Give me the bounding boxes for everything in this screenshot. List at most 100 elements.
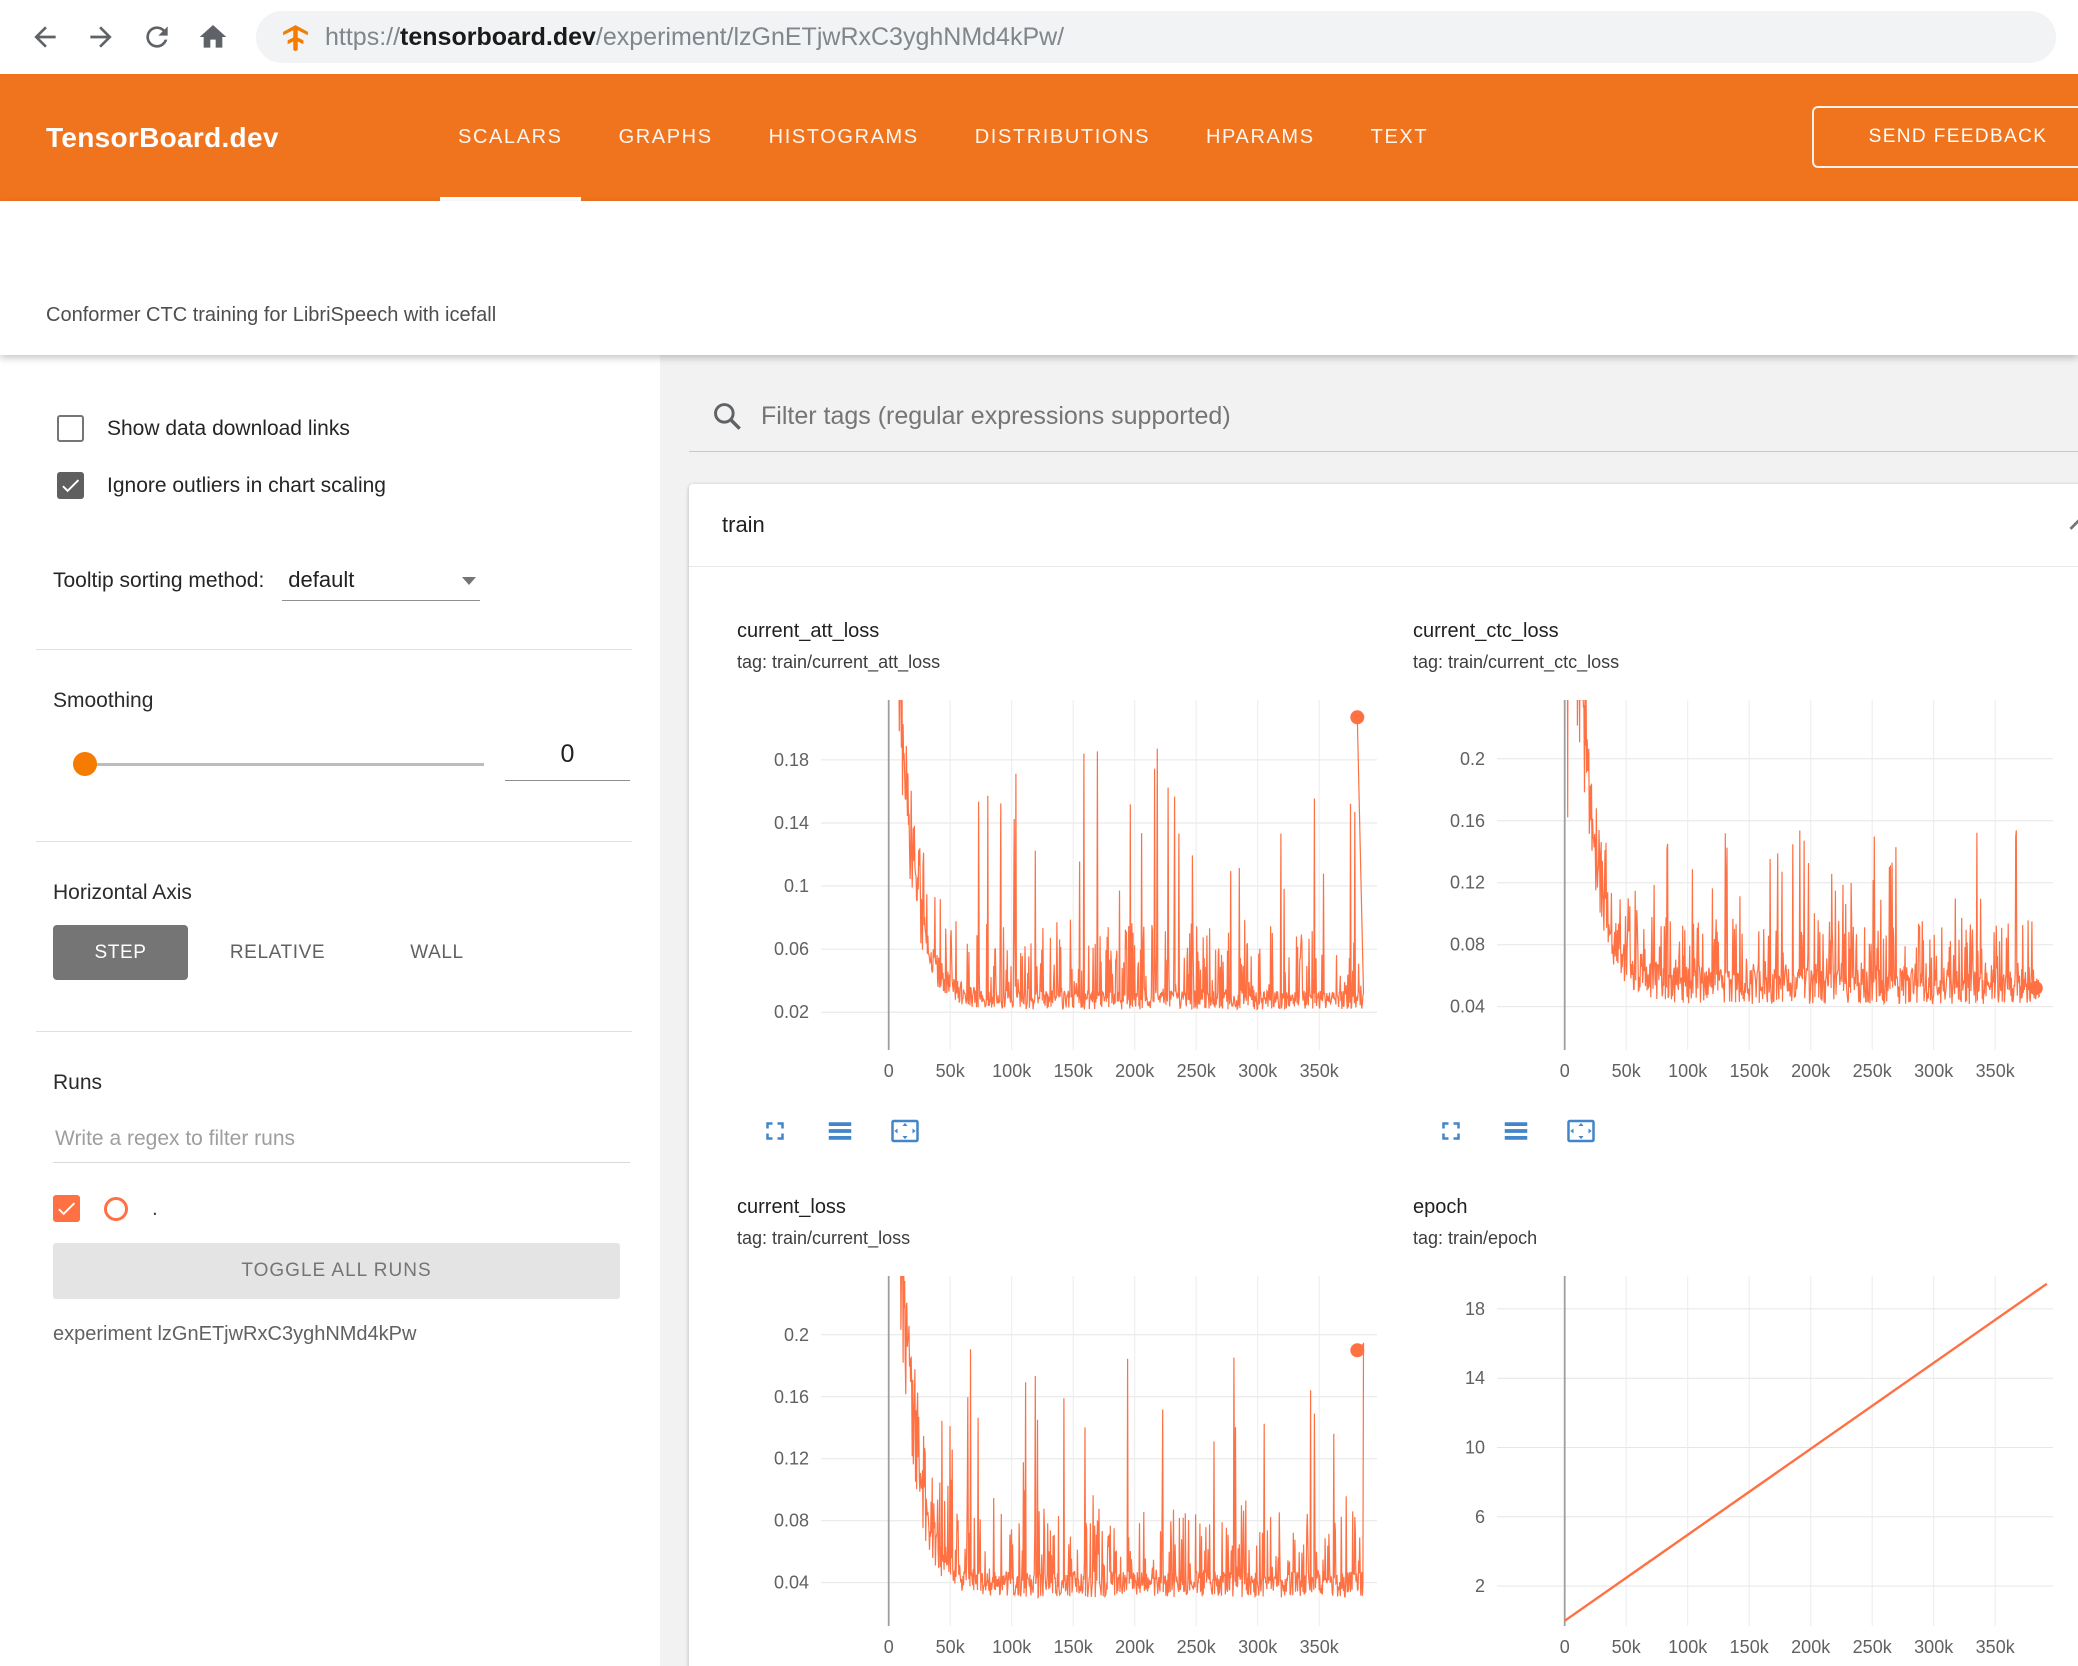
svg-text:300k: 300k <box>1914 1061 1954 1081</box>
chart-tag: tag: train/current_att_loss <box>737 652 941 672</box>
svg-text:50k: 50k <box>936 1637 966 1657</box>
chart-epoch: epoch tag: train/epoch 2 6 10 14 18 0 50k 100k 1… <box>1413 1196 2073 1666</box>
browser-toolbar: https://tensorboard.dev/experiment/lzGnE… <box>0 0 2078 74</box>
svg-text:300k: 300k <box>1238 1637 1278 1657</box>
url-scheme: https:// <box>325 22 401 51</box>
lines-icon[interactable] <box>824 1116 856 1148</box>
check-icon <box>62 479 80 493</box>
fullscreen-icon[interactable] <box>1435 1116 1467 1148</box>
slider-knob[interactable] <box>73 752 97 776</box>
tooltip-sorting-label: Tooltip sorting method: <box>53 569 265 592</box>
svg-text:50k: 50k <box>1612 1637 1642 1657</box>
svg-text:250k: 250k <box>1177 1637 1217 1657</box>
chevron-down-icon <box>462 577 477 585</box>
toggle-all-runs-button[interactable]: TOGGLE ALL RUNS <box>53 1243 620 1299</box>
chart-canvas[interactable]: 0.04 0.08 0.12 0.16 0.2 0 50k 100k 150k 200k 250k 3… <box>737 1264 1397 1666</box>
svg-text:14: 14 <box>1465 1368 1485 1388</box>
svg-text:0: 0 <box>1560 1637 1570 1657</box>
svg-text:0.08: 0.08 <box>774 1511 809 1531</box>
back-icon[interactable] <box>22 14 68 60</box>
svg-text:0.12: 0.12 <box>1450 873 1485 893</box>
forward-icon[interactable] <box>78 14 124 60</box>
experiment-title-bar: Conformer CTC training for LibriSpeech w… <box>0 201 2078 355</box>
svg-text:350k: 350k <box>1976 1061 2016 1081</box>
tab-distributions[interactable]: DISTRIBUTIONS <box>947 74 1178 201</box>
svg-text:200k: 200k <box>1115 1637 1155 1657</box>
svg-text:6: 6 <box>1475 1507 1485 1527</box>
show-download-checkbox[interactable] <box>57 415 84 442</box>
svg-text:2: 2 <box>1475 1576 1485 1596</box>
chart-title: current_ctc_loss <box>1413 620 1559 642</box>
chart-title: current_loss <box>737 1196 846 1218</box>
group-header-train[interactable]: train <box>689 484 2078 567</box>
svg-text:0: 0 <box>884 1637 894 1657</box>
run-checkbox[interactable] <box>53 1195 80 1222</box>
experiment-title: Conformer CTC training for LibriSpeech w… <box>46 304 497 326</box>
divider <box>36 1031 632 1032</box>
tag-filter-input[interactable] <box>759 400 2078 432</box>
send-feedback-button[interactable]: SEND FEEDBACK <box>1812 106 2078 168</box>
svg-text:0.04: 0.04 <box>774 1573 809 1593</box>
runs-label: Runs <box>53 1071 103 1094</box>
run-name: . <box>152 1196 158 1220</box>
chart-toolbar <box>1435 1116 2073 1148</box>
url-domain: tensorboard.dev <box>400 22 596 51</box>
fit-domain-icon[interactable] <box>1565 1116 1597 1148</box>
tab-scalars[interactable]: SCALARS <box>430 74 591 201</box>
tab-label: GRAPHS <box>618 126 713 148</box>
runs-filter-input[interactable] <box>53 1115 630 1163</box>
run-color-swatch <box>104 1196 128 1221</box>
axis-step-button[interactable]: STEP <box>53 925 188 980</box>
svg-text:100k: 100k <box>992 1637 1032 1657</box>
svg-text:0.08: 0.08 <box>1450 935 1485 955</box>
chart-canvas[interactable]: 0.02 0.06 0.1 0.14 0.18 0 50k 100k 150k 200k 250k 3… <box>737 688 1397 1090</box>
fit-domain-icon[interactable] <box>889 1116 921 1148</box>
experiment-id-label: experiment lzGnETjwRxC3yghNMd4kPw <box>53 1323 417 1345</box>
svg-text:350k: 350k <box>1976 1637 2016 1657</box>
svg-text:0.02: 0.02 <box>774 1002 809 1022</box>
svg-text:100k: 100k <box>1668 1061 1708 1081</box>
chart-canvas[interactable]: 0.04 0.08 0.12 0.16 0.2 0 50k 100k 150k 200k 250k 3… <box>1413 688 2073 1090</box>
check-icon <box>58 1202 76 1216</box>
brand-logo: TensorBoard.dev <box>46 121 279 153</box>
fullscreen-icon[interactable] <box>759 1116 791 1148</box>
smoothing-value-input[interactable] <box>505 729 630 781</box>
tab-histograms[interactable]: HISTOGRAMS <box>741 74 947 201</box>
ignore-outliers-row: Ignore outliers in chart scaling <box>57 472 386 499</box>
svg-text:200k: 200k <box>1115 1061 1155 1081</box>
address-bar[interactable]: https://tensorboard.dev/experiment/lzGnE… <box>256 11 2056 63</box>
svg-text:0: 0 <box>884 1061 894 1081</box>
tooltip-sorting-dropdown[interactable]: default <box>282 567 481 601</box>
svg-text:0.12: 0.12 <box>774 1449 809 1469</box>
tab-label: HPARAMS <box>1206 126 1315 148</box>
svg-text:300k: 300k <box>1914 1637 1954 1657</box>
svg-text:150k: 150k <box>1054 1061 1094 1081</box>
svg-text:0.1: 0.1 <box>784 876 809 896</box>
svg-text:0.2: 0.2 <box>784 1325 809 1345</box>
tab-hparams[interactable]: HPARAMS <box>1178 74 1343 201</box>
tab-text[interactable]: TEXT <box>1343 74 1457 201</box>
ignore-outliers-checkbox[interactable] <box>57 472 84 499</box>
refresh-icon[interactable] <box>134 14 180 60</box>
chart-title: epoch <box>1413 1196 1468 1218</box>
home-icon[interactable] <box>190 14 236 60</box>
tab-label: DISTRIBUTIONS <box>974 126 1151 148</box>
chart-tag: tag: train/current_loss <box>737 1228 911 1248</box>
chart-current-ctc-loss: current_ctc_loss tag: train/current_ctc_… <box>1413 620 2073 1148</box>
chart-tag: tag: train/epoch <box>1413 1228 1538 1248</box>
tab-graphs[interactable]: GRAPHS <box>591 74 741 201</box>
search-icon <box>714 403 741 430</box>
lines-icon[interactable] <box>1500 1116 1532 1148</box>
svg-text:0.2: 0.2 <box>1460 749 1485 769</box>
smoothing-slider[interactable] <box>73 751 484 777</box>
axis-relative-button[interactable]: RELATIVE <box>200 925 355 980</box>
svg-text:100k: 100k <box>1668 1637 1708 1657</box>
chart-canvas[interactable]: 2 6 10 14 18 0 50k 100k 150k 200k 250k 300k 350k <box>1413 1264 2073 1666</box>
slider-track[interactable] <box>73 763 484 766</box>
chevron-up-icon <box>2069 519 2078 530</box>
url-path: /experiment/lzGnETjwRxC3yghNMd4kPw/ <box>595 22 1065 51</box>
group-title: train <box>722 512 765 537</box>
axis-wall-button[interactable]: WALL <box>372 925 502 980</box>
screen: https://tensorboard.dev/experiment/lzGnE… <box>0 0 2078 1666</box>
svg-text:0.16: 0.16 <box>774 1387 809 1407</box>
